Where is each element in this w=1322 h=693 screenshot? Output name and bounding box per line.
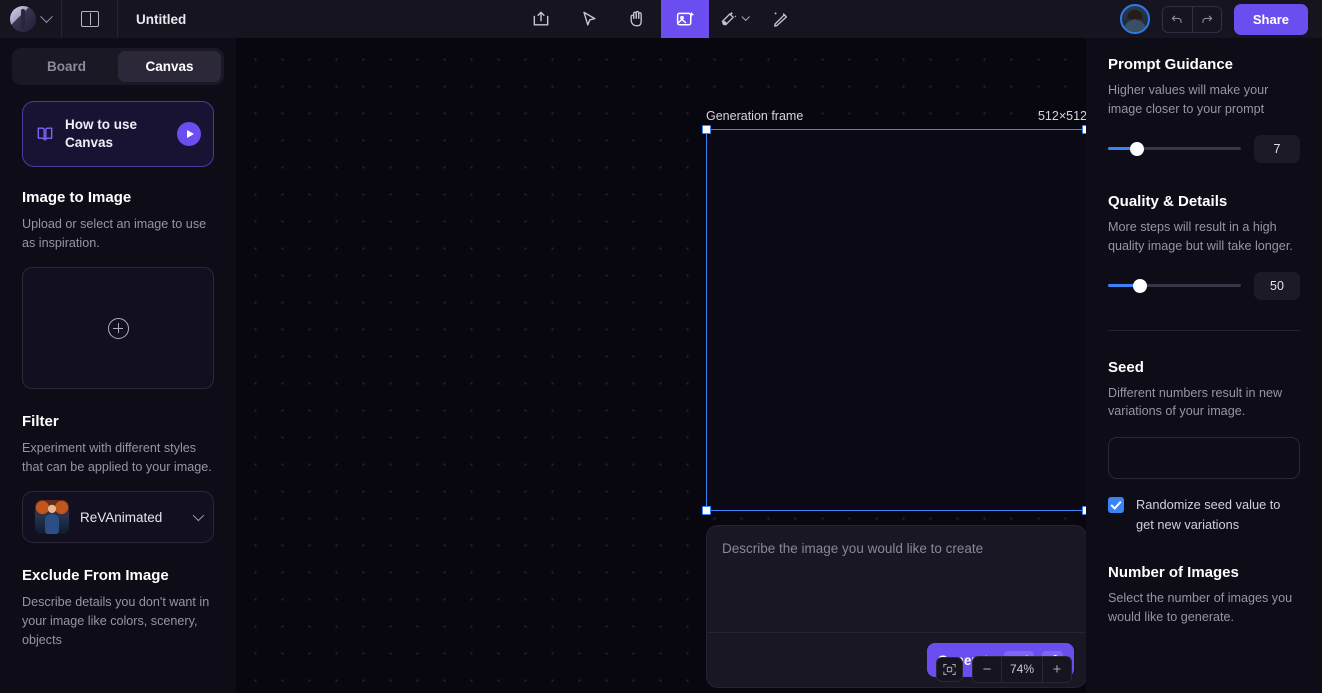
- play-icon[interactable]: [177, 122, 201, 147]
- user-avatar[interactable]: [1119, 4, 1150, 34]
- select-tool[interactable]: [565, 0, 613, 38]
- magic-eraser-tool[interactable]: [709, 0, 757, 38]
- seed-desc: Different numbers result in new variatio…: [1108, 385, 1283, 419]
- document-title[interactable]: Untitled: [118, 12, 204, 27]
- number-of-images-title: Number of Images: [1108, 563, 1239, 581]
- resize-handle-top-left[interactable]: [702, 125, 711, 134]
- app-body: Board Canvas How to use Canvas Image to …: [0, 38, 1322, 693]
- randomize-seed-label: Randomize seed value to get new variatio…: [1136, 497, 1281, 532]
- seed-title: Seed: [1108, 358, 1144, 376]
- chevron-down-icon: [40, 9, 53, 23]
- resize-handle-bottom-left[interactable]: [702, 506, 711, 515]
- right-settings-panel: Prompt Guidance Higher values will make …: [1086, 38, 1322, 693]
- edit-brush-tool[interactable]: [757, 0, 805, 38]
- toolbar: [517, 0, 805, 38]
- generate-image-tool[interactable]: [661, 0, 709, 38]
- left-sidebar: Board Canvas How to use Canvas Image to …: [0, 38, 236, 693]
- slider-knob[interactable]: [1132, 278, 1147, 293]
- generation-frame[interactable]: [706, 129, 1086, 511]
- exclude-from-image-title: Exclude From Image: [22, 567, 169, 584]
- tab-canvas[interactable]: Canvas: [118, 51, 221, 82]
- exclude-from-image-desc: Describe details you don't want in your …: [22, 595, 210, 647]
- resize-handle-bottom-right[interactable]: [1082, 506, 1086, 515]
- zoom-controls: − 74% +: [936, 656, 1072, 683]
- share-button[interactable]: Share: [1233, 3, 1308, 35]
- quality-details-slider[interactable]: [1108, 278, 1241, 293]
- how-to-use-canvas-card[interactable]: How to use Canvas: [22, 101, 214, 168]
- prompt-guidance-title: Prompt Guidance: [1108, 56, 1234, 73]
- quality-details-desc: More steps will result in a high quality…: [1108, 219, 1293, 253]
- fit-to-frame-icon: [943, 663, 956, 676]
- settings-divider: [1108, 329, 1300, 331]
- import-image-tool[interactable]: [517, 0, 565, 38]
- number-of-images-desc: Select the number of images you would li…: [1108, 590, 1293, 624]
- zoom-group: − 74% +: [972, 656, 1072, 683]
- zoom-in-button[interactable]: +: [1043, 657, 1071, 682]
- filter-model-select[interactable]: ReVAnimated: [22, 491, 214, 543]
- history-controls: [1161, 5, 1222, 33]
- image-to-image-title: Image to Image: [22, 189, 132, 207]
- workspace-switcher[interactable]: [0, 0, 62, 38]
- image-to-image-desc: Upload or select an image to use as insp…: [22, 217, 207, 251]
- slider-knob[interactable]: [1130, 141, 1145, 156]
- pan-tool[interactable]: [613, 0, 661, 38]
- redo-button[interactable]: [1191, 6, 1221, 32]
- sidebar-tabs: Board Canvas: [12, 48, 224, 85]
- sidebar-panel-icon: [80, 11, 99, 27]
- zoom-level-value: 74%: [1001, 657, 1043, 682]
- canvas[interactable]: Generation frame 512×512 Describe the im…: [236, 38, 1086, 693]
- chevron-down-icon: [192, 509, 205, 522]
- resize-handle-top-right[interactable]: [1082, 125, 1086, 134]
- filter-model-name: ReVAnimated: [80, 509, 163, 525]
- fit-to-frame-button[interactable]: [936, 657, 963, 682]
- prompt-input[interactable]: Describe the image you would like to cre…: [707, 526, 1086, 632]
- quality-details-control: 50: [1108, 271, 1300, 300]
- randomize-seed-checkbox[interactable]: [1108, 497, 1124, 514]
- book-icon: [37, 127, 53, 141]
- quality-details-value: 50: [1254, 271, 1300, 300]
- app-root: Untitled Share Board Canvas How to use C…: [0, 0, 1322, 693]
- tab-board[interactable]: Board: [15, 51, 118, 82]
- app-logo-icon: [10, 6, 36, 32]
- zoom-out-button[interactable]: −: [973, 657, 1001, 682]
- undo-button[interactable]: [1163, 7, 1192, 32]
- app-header: Untitled Share: [0, 0, 1322, 38]
- header-left: Untitled: [0, 0, 204, 38]
- filter-desc: Experiment with different styles that ca…: [22, 441, 212, 475]
- prompt-guidance-slider[interactable]: [1108, 141, 1241, 156]
- prompt-guidance-control: 7: [1108, 134, 1300, 163]
- chevron-down-icon: [740, 12, 750, 22]
- header-right: Share: [1119, 3, 1322, 35]
- randomize-seed-row: Randomize seed value to get new variatio…: [1108, 495, 1300, 533]
- plus-circle-icon: [107, 317, 129, 339]
- how-to-use-canvas-label: How to use Canvas: [65, 117, 138, 151]
- toggle-left-panel-button[interactable]: [62, 0, 118, 38]
- prompt-guidance-value: 7: [1254, 134, 1300, 163]
- filter-model-thumbnail: [35, 500, 69, 534]
- quality-details-title: Quality & Details: [1108, 192, 1228, 210]
- generation-frame-size: 512×512: [1037, 109, 1086, 123]
- image-upload-dropzone[interactable]: [22, 267, 214, 390]
- filter-title: Filter: [22, 413, 59, 431]
- seed-input[interactable]: [1108, 437, 1300, 480]
- prompt-guidance-desc: Higher values will make your image close…: [1108, 83, 1269, 116]
